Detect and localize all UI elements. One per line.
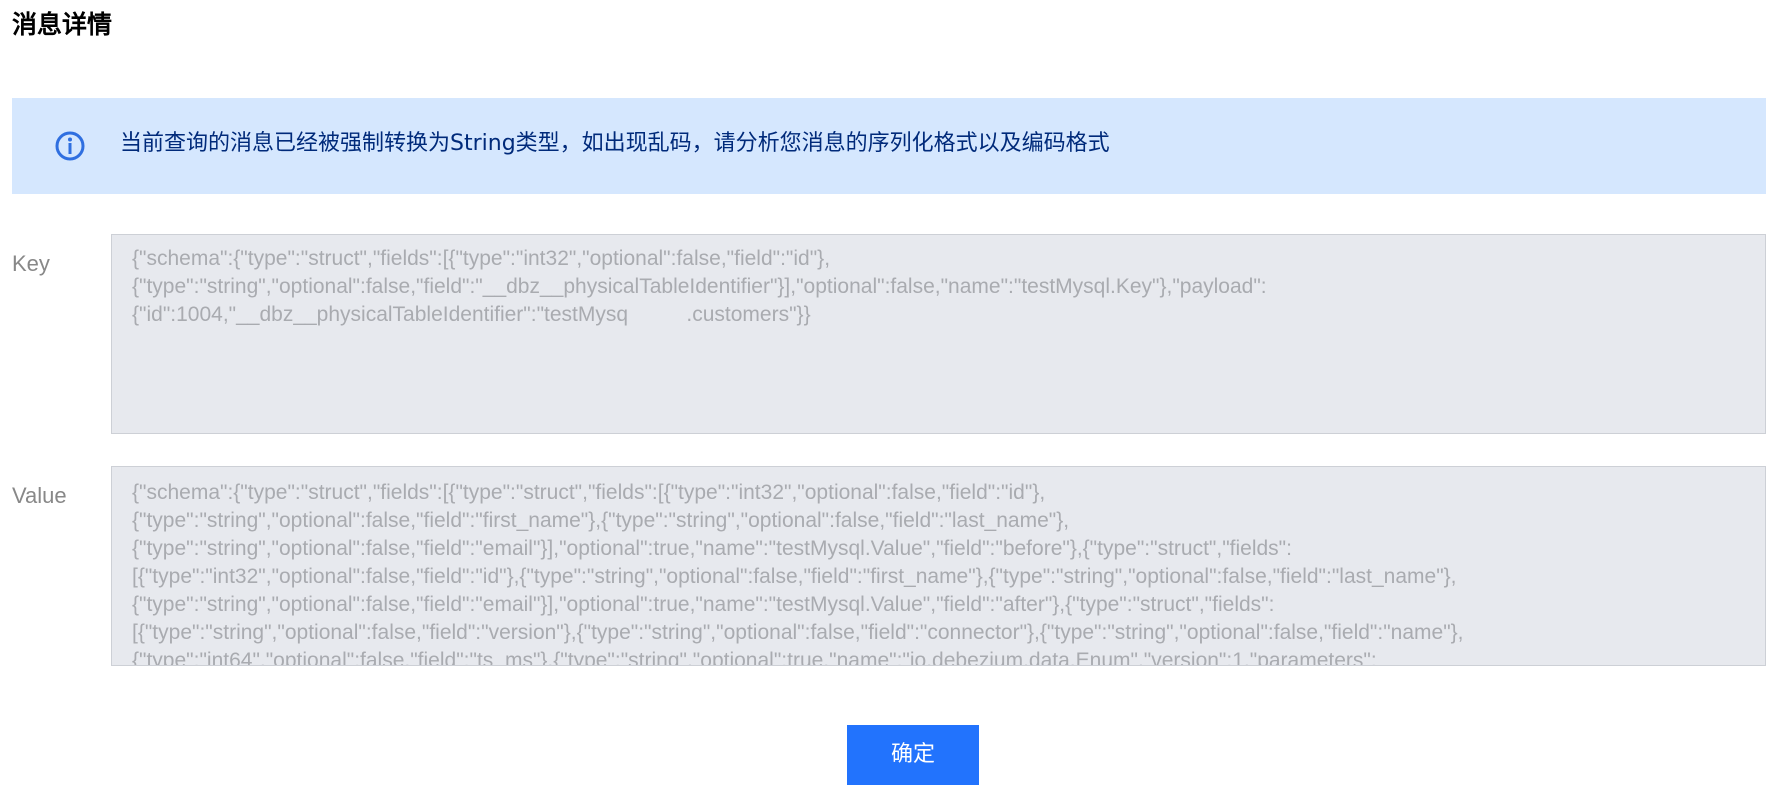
info-icon — [54, 130, 86, 162]
value-textarea[interactable]: {"schema":{"type":"struct","fields":[{"t… — [111, 466, 1766, 666]
value-label: Value — [12, 483, 67, 508]
notice-text: 当前查询的消息已经被强制转换为String类型，如出现乱码，请分析您消息的序列化… — [120, 131, 1110, 156]
message-detail-dialog: 消息详情 当前查询的消息已经被强制转换为String类型，如出现乱码，请分析您消… — [0, 0, 1766, 808]
page-title: 消息详情 — [12, 10, 113, 39]
info-notice-banner: 当前查询的消息已经被强制转换为String类型，如出现乱码，请分析您消息的序列化… — [12, 98, 1766, 194]
key-label: Key — [12, 251, 50, 276]
confirm-button[interactable]: 确定 — [847, 725, 979, 785]
key-textarea[interactable]: {"schema":{"type":"struct","fields":[{"t… — [111, 234, 1766, 434]
